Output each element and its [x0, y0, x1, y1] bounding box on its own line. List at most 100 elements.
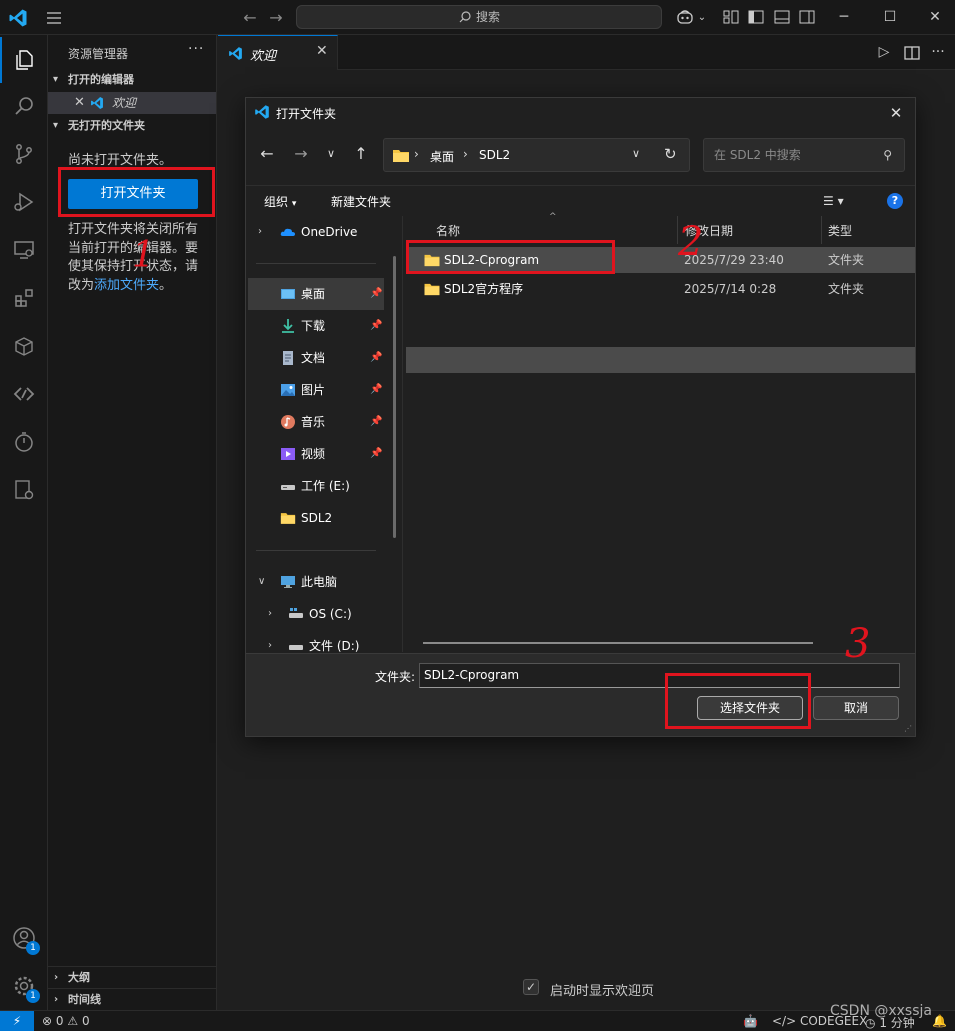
run-icon[interactable]: ▷: [875, 44, 893, 62]
breadcrumb-sdl2[interactable]: SDL2: [479, 148, 510, 162]
search-view-icon[interactable]: [0, 83, 48, 129]
folder-name-input[interactable]: SDL2-Cprogram: [419, 663, 900, 688]
pin-icon[interactable]: 📌: [370, 342, 382, 374]
new-folder-button[interactable]: 新建文件夹: [331, 193, 391, 210]
outline-header[interactable]: › 大纲: [48, 966, 217, 988]
codegeex-icon[interactable]: [0, 371, 48, 417]
breadcrumb-desktop[interactable]: 桌面: [430, 148, 454, 165]
accounts-icon[interactable]: 1: [0, 915, 48, 961]
nav-documents[interactable]: 文档 📌: [248, 342, 384, 374]
column-header-name[interactable]: 名称: [436, 222, 460, 239]
file-row[interactable]: SDL2官方程序 2025/7/14 0:28 文件夹: [406, 276, 915, 302]
close-editor-icon[interactable]: ✕: [74, 92, 85, 114]
customize-layout-icon[interactable]: [722, 8, 740, 26]
annotation-number-3: 3: [845, 621, 871, 667]
open-editor-item[interactable]: ✕ 欢迎: [48, 92, 216, 114]
source-control-icon[interactable]: [0, 131, 48, 177]
nav-onedrive[interactable]: › OneDrive: [248, 216, 384, 248]
address-bar[interactable]: › 桌面 › SDL2 ∨ ↻: [383, 138, 690, 172]
vscode-logo-icon: [9, 9, 27, 27]
recent-locations-chevron-icon[interactable]: ∨: [320, 143, 342, 165]
close-tab-icon[interactable]: ✕: [316, 43, 328, 59]
no-folder-header[interactable]: ▾ 无打开的文件夹: [48, 115, 217, 137]
more-actions-icon[interactable]: ···: [929, 44, 947, 62]
nav-pictures[interactable]: 图片 📌: [248, 374, 384, 406]
nav-music[interactable]: 音乐 📌: [248, 406, 384, 438]
nav-drive-e[interactable]: 工作 (E:): [248, 470, 384, 502]
dialog-close-icon[interactable]: ✕: [883, 100, 909, 126]
nav-drive-c[interactable]: › OS (C:): [248, 598, 384, 630]
nav-sdl2[interactable]: SDL2: [248, 502, 384, 534]
command-search-box[interactable]: 搜索: [296, 5, 662, 29]
toggle-primary-sidebar-icon[interactable]: [747, 8, 765, 26]
nav-downloads[interactable]: 下载 📌: [248, 310, 384, 342]
timer-icon[interactable]: [0, 419, 48, 465]
dialog-title: 打开文件夹: [276, 107, 337, 121]
problems-indicator[interactable]: ⊗ 0 ⚠ 0: [42, 1014, 90, 1028]
help-icon[interactable]: ?: [887, 193, 903, 209]
accounts-badge: 1: [26, 941, 40, 955]
column-divider[interactable]: [821, 216, 822, 244]
pin-icon[interactable]: 📌: [370, 278, 382, 310]
remote-indicator-icon[interactable]: ⚡: [0, 1011, 34, 1031]
file-list-hscrollbar[interactable]: [423, 642, 813, 644]
annotation-number-2: 2: [678, 219, 704, 265]
breadcrumb-separator-icon: ›: [414, 147, 419, 161]
document-icon: [283, 351, 293, 365]
pin-icon[interactable]: 📌: [370, 406, 382, 438]
pin-icon[interactable]: 📌: [370, 438, 382, 470]
back-arrow-icon[interactable]: ←: [256, 143, 278, 165]
project-settings-icon[interactable]: [0, 467, 48, 513]
nav-videos[interactable]: 视频 📌: [248, 438, 384, 470]
add-folder-link[interactable]: 添加文件夹: [94, 278, 159, 293]
resize-grip-icon[interactable]: ⋰: [904, 724, 912, 733]
run-debug-icon[interactable]: [0, 179, 48, 225]
split-editor-icon[interactable]: [903, 44, 921, 62]
chevron-down-icon: ▾: [291, 199, 297, 209]
activity-bar: 1 1: [0, 35, 48, 1010]
more-actions-icon[interactable]: ···: [188, 41, 204, 57]
containers-icon[interactable]: [0, 323, 48, 369]
forward-arrow-icon[interactable]: →: [266, 8, 286, 28]
tab-welcome[interactable]: 欢迎 ✕: [218, 35, 338, 70]
nav-drive-d[interactable]: › 文件 (D:): [248, 630, 384, 652]
copilot-status-icon[interactable]: 🤖: [743, 1014, 758, 1028]
pin-icon[interactable]: 📌: [370, 374, 382, 406]
column-header-type[interactable]: 类型: [828, 222, 852, 239]
pin-icon[interactable]: 📌: [370, 310, 382, 342]
chevron-down-icon: ▾: [53, 120, 59, 131]
view-options-icon[interactable]: ☰ ▾: [823, 194, 844, 208]
notifications-icon[interactable]: 🔔: [932, 1014, 947, 1028]
settings-badge: 1: [26, 989, 40, 1003]
timeline-header[interactable]: › 时间线: [48, 988, 217, 1010]
download-icon: [282, 319, 294, 333]
back-arrow-icon[interactable]: ←: [240, 8, 260, 28]
sort-arrow-icon: ^: [549, 212, 557, 222]
toggle-secondary-sidebar-icon[interactable]: [798, 8, 816, 26]
open-editors-header[interactable]: ▾ 打开的编辑器: [48, 69, 217, 91]
settings-gear-icon[interactable]: 1: [0, 963, 48, 1009]
cancel-button[interactable]: 取消: [813, 696, 899, 720]
forward-arrow-icon[interactable]: →: [290, 143, 312, 165]
menu-icon[interactable]: [44, 9, 64, 27]
nav-this-pc[interactable]: ∨ 此电脑: [248, 566, 384, 598]
minimize-icon[interactable]: ─: [821, 0, 867, 35]
organize-button[interactable]: 组织 ▾: [264, 193, 296, 210]
title-bar: ← → 搜索 ⌄ ─ ☐ ✕: [0, 0, 955, 35]
nav-scrollbar[interactable]: [393, 256, 396, 538]
up-arrow-icon[interactable]: ↑: [350, 143, 372, 165]
nav-desktop[interactable]: 桌面 📌: [248, 278, 384, 310]
file-row[interactable]: [406, 347, 915, 373]
maximize-icon[interactable]: ☐: [867, 0, 913, 35]
toggle-panel-icon[interactable]: [773, 8, 791, 26]
show-welcome-checkbox[interactable]: ✓: [523, 979, 539, 995]
sidebar-title: 资源管理器: [68, 47, 129, 61]
remote-explorer-icon[interactable]: [0, 227, 48, 273]
folder-search-input[interactable]: 在 SDL2 中搜索 ⚲: [703, 138, 905, 172]
refresh-icon[interactable]: ↻: [664, 145, 677, 163]
address-dropdown-icon[interactable]: ∨: [632, 147, 640, 160]
explorer-icon[interactable]: [0, 37, 48, 83]
copilot-chevron-icon[interactable]: ⌄: [692, 8, 712, 28]
extensions-icon[interactable]: [0, 275, 48, 321]
close-window-icon[interactable]: ✕: [912, 0, 955, 35]
